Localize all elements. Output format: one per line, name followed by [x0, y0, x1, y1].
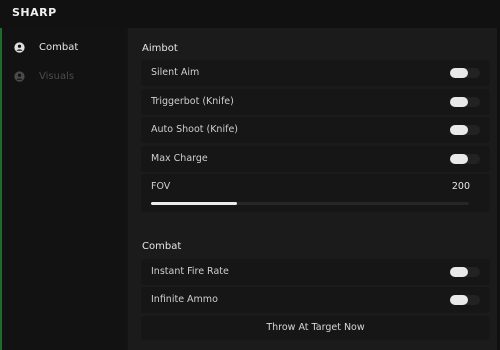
toggle-label: Auto Shoot (Knife) [151, 124, 238, 135]
sidebar-item-label: Visuals [39, 70, 75, 82]
toggle-row-silent-aim: Silent Aim [141, 60, 490, 86]
user-icon [14, 70, 25, 82]
app-window: SHARP Combat Visuals Aimbot Silent Aim T… [0, 0, 500, 350]
toggle-row-auto-shoot: Auto Shoot (Knife) [141, 117, 490, 143]
toggle-knob [450, 267, 468, 277]
throw-at-target-button[interactable]: Throw At Target Now [141, 316, 490, 340]
fov-label: FOV [151, 181, 171, 192]
toggle-knob [450, 125, 468, 135]
section-title-aimbot: Aimbot [142, 43, 178, 54]
fov-slider-fill [151, 202, 237, 205]
toggle-knob [450, 295, 468, 305]
toggle-label: Silent Aim [151, 67, 200, 78]
fov-slider-row: FOV 200 [141, 174, 490, 212]
toggle-row-instant-fire-rate: Instant Fire Rate [141, 259, 490, 285]
toggle-row-infinite-ammo: Infinite Ammo [141, 287, 490, 313]
auto-shoot-toggle[interactable] [450, 125, 480, 135]
toggle-label: Instant Fire Rate [151, 266, 229, 277]
toggle-label: Max Charge [151, 153, 208, 164]
toggle-knob [450, 154, 468, 164]
sidebar-item-visuals[interactable]: Visuals [14, 68, 74, 84]
section-title-combat: Combat [142, 241, 182, 252]
toggle-knob [450, 68, 468, 78]
fov-value: 200 [451, 181, 470, 192]
toggle-label: Triggerbot (Knife) [151, 96, 234, 107]
max-charge-toggle[interactable] [450, 154, 480, 164]
triggerbot-toggle[interactable] [450, 97, 480, 107]
toggle-label: Infinite Ammo [151, 294, 218, 305]
toggle-knob [450, 97, 468, 107]
sidebar-item-label: Combat [39, 41, 79, 53]
user-icon [14, 41, 25, 53]
toggle-row-max-charge: Max Charge [141, 146, 490, 172]
sidebar-item-combat[interactable]: Combat [14, 39, 78, 55]
main-panel: Aimbot Silent Aim Triggerbot (Knife) Aut… [128, 28, 500, 350]
infinite-ammo-toggle[interactable] [450, 295, 480, 305]
title-bar: SHARP [0, 0, 500, 28]
silent-aim-toggle[interactable] [450, 68, 480, 78]
sidebar: Combat Visuals [2, 28, 126, 350]
instant-fire-rate-toggle[interactable] [450, 267, 480, 277]
toggle-row-triggerbot: Triggerbot (Knife) [141, 89, 490, 115]
app-title: SHARP [12, 6, 57, 19]
fov-slider[interactable] [151, 202, 469, 205]
